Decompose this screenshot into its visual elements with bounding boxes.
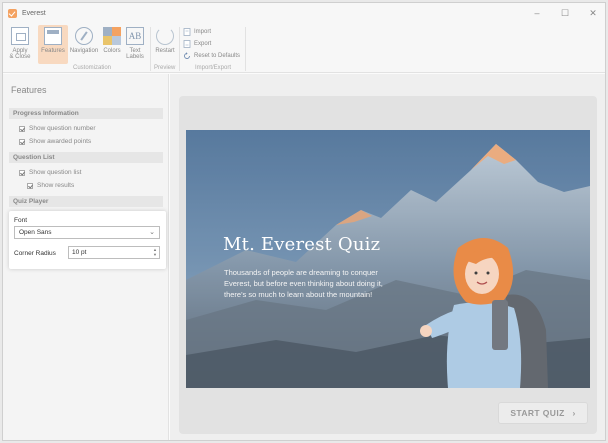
checkbox-checked-icon (19, 125, 25, 132)
apply-close-icon (11, 27, 29, 45)
text-labels-button[interactable]: AB Text Labels (124, 25, 146, 64)
export-label: Export (194, 41, 212, 47)
export-button[interactable]: Export (183, 39, 211, 49)
spinner-arrows-icon[interactable]: ▲ ▼ (152, 247, 158, 258)
navigation-icon (75, 27, 93, 45)
show-question-list-checkbox[interactable]: Show question list (19, 169, 81, 176)
restart-label: Restart (155, 48, 175, 54)
reset-icon (184, 52, 190, 59)
restart-icon (156, 27, 174, 45)
checkbox-checked-icon (19, 169, 25, 176)
colors-label: Colors (103, 48, 121, 54)
reset-defaults-label: Reset to Defaults (194, 53, 241, 59)
window-controls: – ☐ ✕ (523, 3, 605, 23)
navigation-button[interactable]: Navigation (68, 25, 100, 64)
checkbox-checked-icon (27, 182, 33, 189)
section-progress-information: Progress Information (9, 108, 163, 119)
font-select-value: Open Sans (19, 229, 52, 236)
section-quiz-player: Quiz Player (9, 196, 163, 207)
quiz-title: Mt. Everest Quiz (223, 234, 381, 255)
quiz-player-settings-card (9, 211, 166, 269)
quiz-description: Thousands of people are dreaming to conq… (224, 268, 383, 299)
checkbox-checked-icon (19, 138, 25, 145)
import-label: Import (194, 29, 212, 35)
features-label: Features (41, 48, 65, 54)
corner-radius-spinner[interactable]: 10 pt ▲ ▼ (68, 246, 160, 259)
corner-radius-value: 10 pt (72, 249, 87, 256)
font-label: Font (14, 217, 28, 224)
checkbox-label: Show results (37, 182, 75, 189)
import-button[interactable]: Import (183, 27, 211, 37)
colors-button[interactable]: Colors (101, 25, 123, 64)
export-icon (183, 40, 191, 48)
checkbox-label: Show question list (29, 169, 82, 176)
apply-close-button[interactable]: Apply & Close (7, 25, 33, 64)
corner-radius-label: Corner Radius (14, 250, 56, 257)
app-window: Everest – ☐ ✕ Apply & Close Features Nav… (2, 2, 606, 441)
app-logo-icon (8, 8, 17, 18)
show-question-number-checkbox[interactable]: Show question number (19, 125, 96, 132)
colors-icon (103, 27, 121, 45)
group-label-import-export: Import/Export (195, 65, 232, 71)
settings-panel: Features Progress Information Show quest… (3, 74, 169, 440)
show-results-checkbox[interactable]: Show results (27, 182, 74, 189)
text-labels-icon: AB (126, 27, 144, 45)
title-bar: Everest – ☐ ✕ (3, 3, 605, 23)
text-labels-label: Text Labels (126, 48, 144, 60)
start-quiz-button[interactable]: START QUIZ › (498, 402, 588, 424)
ribbon-separator (179, 27, 180, 71)
maximize-button[interactable]: ☐ (551, 3, 579, 23)
preview-area: Mt. Everest Quiz Thousands of people are… (170, 74, 605, 440)
everest-background-image (186, 130, 590, 388)
close-button[interactable]: ✕ (579, 3, 605, 23)
chevron-right-icon: › (572, 408, 576, 418)
import-icon (183, 28, 191, 36)
chevron-down-icon: ⌄ (149, 229, 155, 236)
features-button[interactable]: Features (38, 25, 68, 64)
ribbon-separator (150, 27, 151, 71)
font-select[interactable]: Open Sans ⌄ (14, 226, 160, 239)
show-awarded-points-checkbox[interactable]: Show awarded points (19, 138, 91, 145)
group-label-preview: Preview (154, 65, 176, 71)
checkbox-label: Show question number (29, 125, 96, 132)
quiz-preview-card: Mt. Everest Quiz Thousands of people are… (179, 96, 597, 434)
minimize-button[interactable]: – (523, 3, 551, 23)
group-label-customization: Customization (73, 65, 112, 71)
panel-title: Features (11, 85, 47, 95)
reset-defaults-button[interactable]: Reset to Defaults (183, 51, 240, 61)
ribbon-toolbar: Apply & Close Features Navigation Colors… (3, 23, 605, 73)
features-icon (44, 27, 62, 45)
window-title: Everest (22, 9, 46, 17)
start-quiz-label: START QUIZ (510, 408, 565, 418)
navigation-label: Navigation (69, 48, 99, 54)
restart-button[interactable]: Restart (153, 25, 177, 64)
ribbon-separator (245, 27, 246, 71)
quiz-intro-slide: Mt. Everest Quiz Thousands of people are… (186, 130, 590, 388)
apply-close-label: Apply & Close (9, 48, 31, 60)
section-question-list: Question List (9, 152, 163, 163)
checkbox-label: Show awarded points (29, 138, 92, 145)
